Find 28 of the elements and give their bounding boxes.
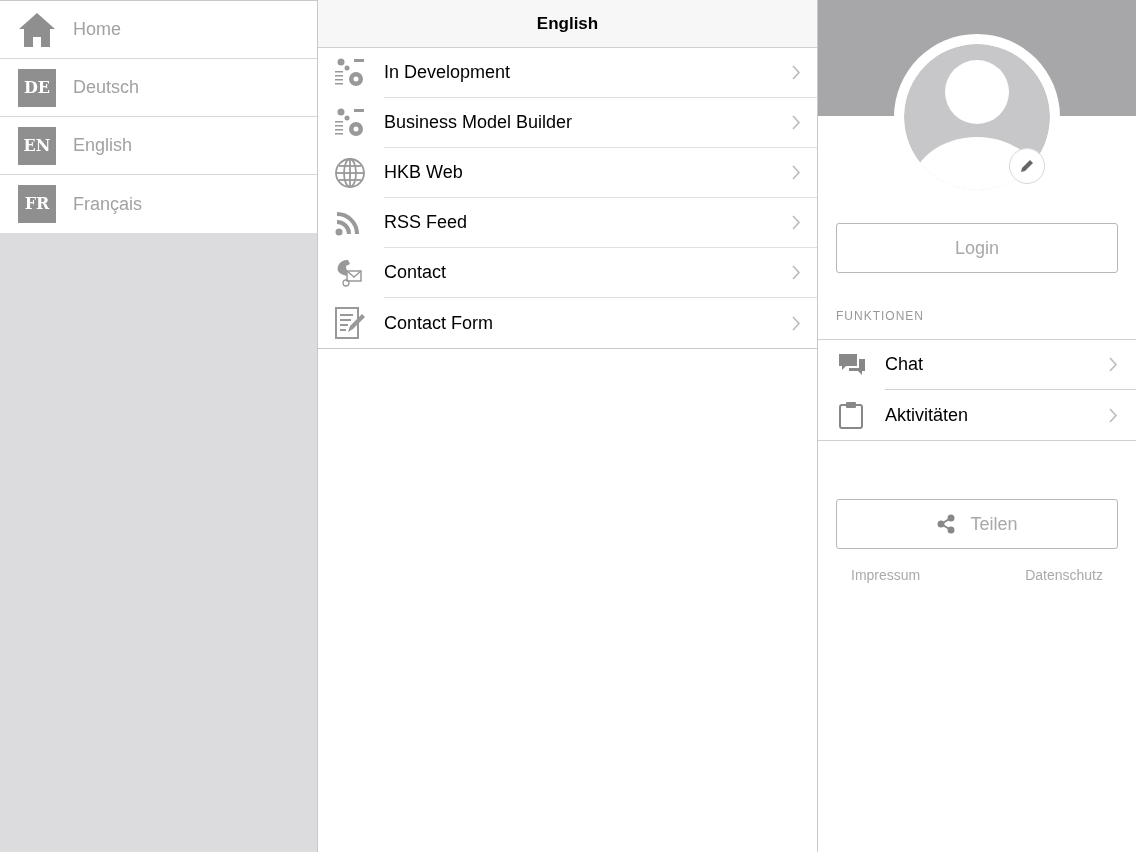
function-item[interactable]: Chat: [885, 351, 1109, 378]
list-item[interactable]: HKB Web: [384, 159, 792, 186]
chevron-icon: [792, 215, 801, 230]
home-icon: [18, 11, 56, 48]
language-badge: EN: [18, 126, 56, 165]
chevron-icon: [792, 65, 801, 80]
list-item[interactable]: Contact Form: [384, 309, 792, 337]
chevron-icon: [792, 165, 801, 180]
globe-icon: [334, 157, 366, 189]
list-item[interactable]: Contact: [384, 259, 792, 286]
pencil-icon: [1018, 157, 1036, 175]
rss-icon: [334, 209, 362, 237]
list-item[interactable]: RSS Feed: [384, 209, 792, 236]
form-icon: [334, 306, 366, 340]
language-badge: FR: [18, 185, 56, 223]
page-title: English: [536, 12, 599, 35]
clipboard-icon: [838, 401, 864, 429]
section-heading: FUNKTIONEN: [835, 308, 925, 325]
list-item[interactable]: In Development: [384, 59, 792, 86]
share-icon: [936, 514, 957, 534]
chevron-icon: [1109, 357, 1118, 372]
chevron-icon: [792, 315, 801, 331]
chevron-icon: [1109, 407, 1118, 423]
function-item[interactable]: Aktivitäten: [885, 401, 1109, 429]
chevron-icon: [792, 115, 801, 130]
language-badge: DE: [18, 68, 56, 107]
list-item[interactable]: Business Model Builder: [384, 109, 792, 136]
chevron-icon: [792, 265, 801, 280]
